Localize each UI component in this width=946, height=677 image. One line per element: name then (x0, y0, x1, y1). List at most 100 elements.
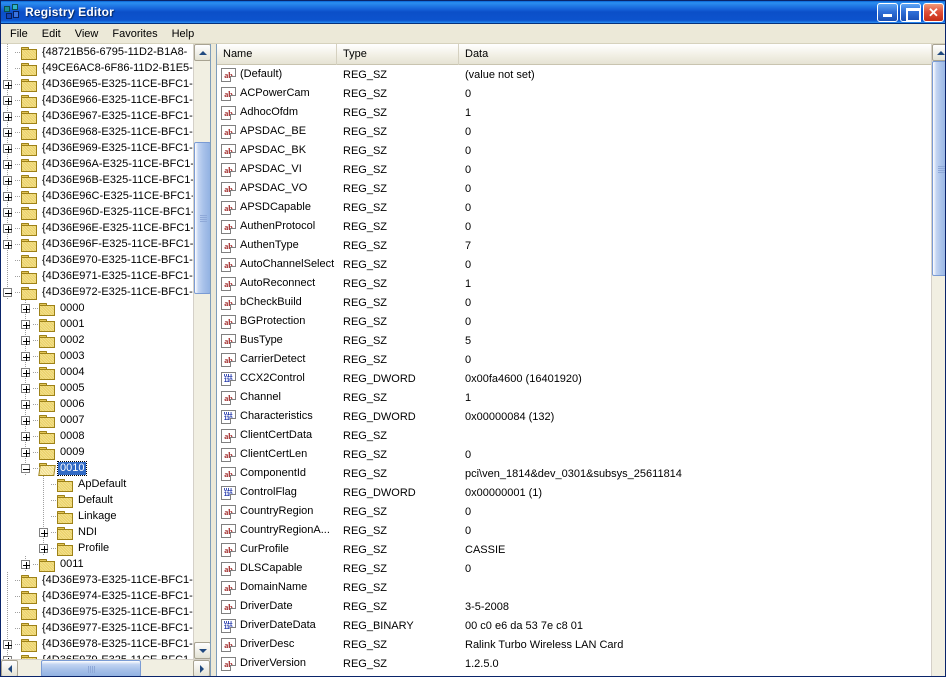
column-header-type[interactable]: Type (337, 44, 459, 65)
expand-plus-icon[interactable] (3, 191, 12, 201)
tree-vertical-scrollbar[interactable] (193, 44, 210, 659)
tree-node[interactable]: 0004 (1, 364, 193, 380)
tree-scroll-down-button[interactable] (194, 642, 210, 659)
expand-plus-icon[interactable] (3, 79, 12, 89)
tree-node[interactable]: 0006 (1, 396, 193, 412)
tree-node[interactable]: {4D36E965-E325-11CE-BFC1- (1, 76, 193, 92)
tree-scroll-left-button[interactable] (1, 660, 18, 676)
value-row[interactable]: ab CurProfile REG_SZ CASSIE (217, 540, 931, 559)
value-row[interactable]: ab ComponentId REG_SZ pci\ven_1814&dev_0301… (217, 464, 931, 483)
value-row[interactable]: ab APSDCapable REG_SZ 0 (217, 198, 931, 217)
expand-plus-icon[interactable] (3, 127, 12, 137)
tree-node[interactable]: 0000 (1, 300, 193, 316)
values-scrollbar-thumb[interactable] (932, 61, 945, 276)
menu-view[interactable]: View (68, 26, 106, 42)
tree-node[interactable]: 0008 (1, 428, 193, 444)
value-row[interactable]: ab CarrierDetect REG_SZ 0 (217, 350, 931, 369)
expand-plus-icon[interactable] (3, 95, 12, 105)
tree-scrollbar-thumb[interactable] (194, 142, 210, 294)
value-row[interactable]: ab APSDAC_VO REG_SZ 0 (217, 179, 931, 198)
tree-hscrollbar-thumb[interactable] (41, 660, 141, 676)
expand-plus-icon[interactable] (3, 111, 12, 121)
tree-node[interactable]: {4D36E979-E325-11CE-BFC1- (1, 652, 193, 659)
tree-node[interactable]: NDI (1, 524, 193, 540)
expand-plus-icon[interactable] (21, 559, 30, 569)
value-row[interactable]: ab CountryRegionA... REG_SZ 0 (217, 521, 931, 540)
value-row[interactable]: abEncryptionREG_SZ4 (217, 673, 931, 676)
value-row[interactable]: ab DriverDesc REG_SZ Ralink Turbo Wireless … (217, 635, 931, 654)
tree-node[interactable]: {4D36E971-E325-11CE-BFC1- (1, 268, 193, 284)
tree-node[interactable]: 0001 (1, 316, 193, 332)
value-row[interactable]: 011 110 ControlFlag REG_DWORD 0x00000001 (1) (217, 483, 931, 502)
expand-plus-icon[interactable] (21, 335, 30, 345)
maximize-button[interactable] (900, 3, 921, 22)
value-row[interactable]: ab BGProtection REG_SZ 0 (217, 312, 931, 331)
value-row[interactable]: ab ClientCertLen REG_SZ 0 (217, 445, 931, 464)
tree-node[interactable]: Default (1, 492, 193, 508)
tree-node[interactable]: 0010 (1, 460, 193, 476)
value-row[interactable]: ab bCheckBuild REG_SZ 0 (217, 293, 931, 312)
tree-node[interactable]: {4D36E968-E325-11CE-BFC1- (1, 124, 193, 140)
expand-plus-icon[interactable] (21, 415, 30, 425)
tree-node[interactable]: {4D36E96E-E325-11CE-BFC1- (1, 220, 193, 236)
expand-plus-icon[interactable] (21, 367, 30, 377)
tree-node[interactable]: {4D36E978-E325-11CE-BFC1- (1, 636, 193, 652)
tree-node[interactable]: {4D36E967-E325-11CE-BFC1- (1, 108, 193, 124)
value-row[interactable]: 011 110 CCX2Control REG_DWORD 0x00fa4600 (16… (217, 369, 931, 388)
tree-node[interactable]: {4D36E974-E325-11CE-BFC1- (1, 588, 193, 604)
tree-node[interactable]: ApDefault (1, 476, 193, 492)
expand-plus-icon[interactable] (21, 431, 30, 441)
tree-node[interactable]: 0005 (1, 380, 193, 396)
tree-node[interactable]: 0011 (1, 556, 193, 572)
minimize-button[interactable] (877, 3, 898, 22)
tree-node[interactable]: 0003 (1, 348, 193, 364)
menu-file[interactable]: File (3, 26, 35, 42)
values-vertical-scrollbar[interactable] (931, 44, 945, 676)
value-row[interactable]: ab AuthenType REG_SZ 7 (217, 236, 931, 255)
value-row[interactable]: ab DLSCapable REG_SZ 0 (217, 559, 931, 578)
tree-node[interactable]: 0007 (1, 412, 193, 428)
tree-node[interactable]: {4D36E96C-E325-11CE-BFC1- (1, 188, 193, 204)
tree-node[interactable]: 0002 (1, 332, 193, 348)
tree-node[interactable]: {4D36E972-E325-11CE-BFC1- (1, 284, 193, 300)
expand-plus-icon[interactable] (39, 543, 48, 553)
value-row[interactable]: ab AutoReconnect REG_SZ 1 (217, 274, 931, 293)
value-row[interactable]: 011 110 DriverDateData REG_BINARY 00 c0 e6 d… (217, 616, 931, 635)
value-row[interactable]: 011 110 Characteristics REG_DWORD 0x00000084… (217, 407, 931, 426)
expand-plus-icon[interactable] (21, 303, 30, 313)
tree-node[interactable]: Linkage (1, 508, 193, 524)
value-row[interactable]: ab APSDAC_BK REG_SZ 0 (217, 141, 931, 160)
expand-plus-icon[interactable] (3, 143, 12, 153)
tree-node[interactable]: {4D36E96B-E325-11CE-BFC1- (1, 172, 193, 188)
expand-plus-icon[interactable] (21, 319, 30, 329)
value-row[interactable]: ab APSDAC_VI REG_SZ 0 (217, 160, 931, 179)
tree-horizontal-scrollbar[interactable] (1, 659, 210, 676)
expand-plus-icon[interactable] (3, 159, 12, 169)
value-row[interactable]: ab (Default) REG_SZ (value not set) (217, 65, 931, 84)
menu-edit[interactable]: Edit (35, 26, 68, 42)
tree-node[interactable]: {4D36E96D-E325-11CE-BFC1- (1, 204, 193, 220)
tree-node[interactable]: {4D36E970-E325-11CE-BFC1- (1, 252, 193, 268)
column-header-name[interactable]: Name (217, 44, 337, 65)
tree-node[interactable]: Profile (1, 540, 193, 556)
expand-plus-icon[interactable] (3, 223, 12, 233)
tree-scroll-right-button[interactable] (193, 660, 210, 676)
value-row[interactable]: ab ClientCertData REG_SZ (217, 426, 931, 445)
value-row[interactable]: ab ACPowerCam REG_SZ 0 (217, 84, 931, 103)
tree-node[interactable]: 0009 (1, 444, 193, 460)
tree-scroll-up-button[interactable] (194, 44, 210, 61)
tree-node[interactable]: {49CE6AC8-6F86-11D2-B1E5- (1, 60, 193, 76)
values-scroll-up-button[interactable] (932, 44, 945, 61)
tree-node[interactable]: {4D36E96F-E325-11CE-BFC1- (1, 236, 193, 252)
collapse-minus-icon[interactable] (21, 463, 30, 473)
expand-plus-icon[interactable] (3, 239, 12, 249)
value-row[interactable]: ab DriverVersion REG_SZ 1.2.5.0 (217, 654, 931, 673)
value-row[interactable]: ab DriverDate REG_SZ 3-5-2008 (217, 597, 931, 616)
collapse-minus-icon[interactable] (3, 287, 12, 297)
menu-favorites[interactable]: Favorites (105, 26, 164, 42)
tree-node[interactable]: {4D36E96A-E325-11CE-BFC1- (1, 156, 193, 172)
tree-node[interactable]: {4D36E977-E325-11CE-BFC1- (1, 620, 193, 636)
value-row[interactable]: ab AutoChannelSelect REG_SZ 0 (217, 255, 931, 274)
expand-plus-icon[interactable] (39, 527, 48, 537)
value-row[interactable]: ab AuthenProtocol REG_SZ 0 (217, 217, 931, 236)
